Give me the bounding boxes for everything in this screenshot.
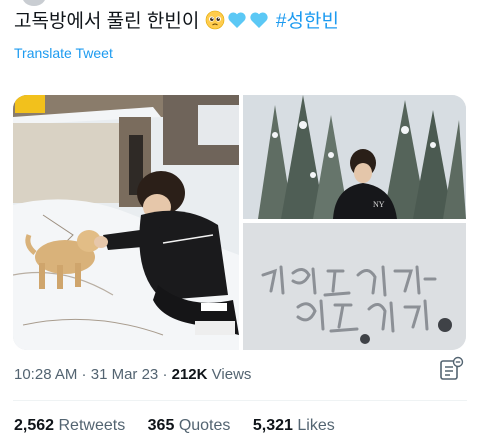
tweet-time[interactable]: 10:28 AM bbox=[14, 366, 77, 383]
likes-label: Likes bbox=[297, 417, 335, 434]
quotes-stat[interactable]: 365 Quotes bbox=[148, 417, 235, 434]
tweet-date[interactable]: 31 Mar 23 bbox=[91, 366, 159, 383]
photo-snow-writing[interactable] bbox=[243, 223, 466, 350]
avatar[interactable] bbox=[22, 0, 46, 6]
hashtag-link[interactable]: #성한빈 bbox=[276, 11, 339, 32]
engagement-stats: 2,562 Retweets 365 Quotes 5,321 Likes bbox=[14, 417, 353, 435]
quotes-count: 365 bbox=[147, 417, 175, 434]
translate-tweet-link[interactable]: Translate Tweet bbox=[14, 45, 113, 61]
views-label: Views bbox=[211, 366, 252, 383]
retweets-label: Retweets bbox=[58, 417, 126, 434]
light-blue-heart-icon bbox=[227, 12, 246, 28]
likes-count: 5,321 bbox=[252, 417, 293, 434]
retweets-stat[interactable]: 2,562 Retweets bbox=[14, 417, 130, 434]
tweet-text: 고독방에서 풀린 한빈이 #성한빈 bbox=[14, 9, 339, 35]
photo-man-in-forest[interactable]: NY bbox=[243, 95, 466, 219]
svg-text:NY: NY bbox=[373, 200, 385, 209]
light-blue-heart-icon bbox=[249, 12, 268, 28]
quotes-label: Quotes bbox=[178, 417, 231, 434]
meta-separator: · bbox=[158, 366, 172, 383]
meta-separator: · bbox=[77, 366, 91, 383]
media-grid: NY bbox=[13, 95, 466, 350]
views-count: 212K bbox=[171, 366, 208, 383]
analytics-icon[interactable] bbox=[438, 356, 464, 382]
tweet-body: 고독방에서 풀린 한빈이 bbox=[14, 11, 200, 32]
tweet-meta: 10:28 AM · 31 Mar 23 · 212K Views bbox=[14, 366, 251, 383]
likes-stat[interactable]: 5,321 Likes bbox=[253, 417, 335, 434]
photo-man-with-dog[interactable] bbox=[13, 95, 239, 350]
pleading-face-icon bbox=[205, 10, 224, 30]
retweets-count: 2,562 bbox=[14, 417, 55, 434]
divider bbox=[13, 400, 467, 401]
